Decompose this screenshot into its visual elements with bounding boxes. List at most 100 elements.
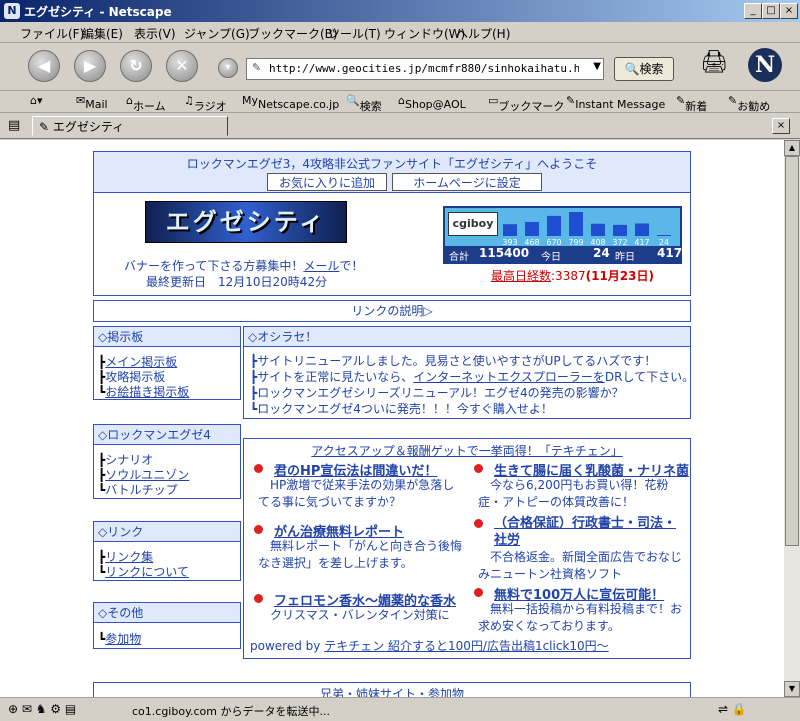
add-favorite-button[interactable]: お気に入りに追加 bbox=[267, 173, 387, 191]
security-lock-icon[interactable]: ⇌ 🔒 bbox=[718, 702, 747, 716]
record-line: 最高日経数:3387(11月23日) bbox=[491, 269, 654, 283]
home-tab-icon[interactable]: ⌂▾ bbox=[30, 94, 43, 107]
menu-view[interactable]: 表示(V) bbox=[134, 25, 176, 42]
stop-button[interactable]: ✕ bbox=[166, 50, 198, 82]
rm4-item[interactable]: ┗バトルチップ bbox=[98, 481, 178, 498]
bookmark-recommended[interactable]: ✎ お勧め bbox=[728, 94, 770, 113]
set-homepage-button[interactable]: ホームページに設定 bbox=[392, 173, 542, 191]
maximize-button[interactable]: □ bbox=[762, 3, 780, 19]
status-text: co1.cgiboy.com からデータを転送中... bbox=[132, 705, 330, 718]
banner-box: エグゼシティ バナーを作って下さる方募集中！メールで！ 最終更新日 12月10日… bbox=[93, 193, 691, 296]
scroll-thumb[interactable] bbox=[785, 156, 799, 546]
record-link[interactable]: 最高日経数 bbox=[491, 269, 551, 283]
red-pin-icon bbox=[474, 464, 483, 473]
sister-sites-box: 兄弟・姉妹サイト・参加物 bbox=[93, 682, 691, 697]
ad-item-text: クリスマス・バレンタイン対策に bbox=[270, 608, 450, 622]
notice-line: ┣サイトを正常に見たいなら、インターネットエクスプローラーをDRして下さい。 bbox=[250, 370, 695, 384]
back-button[interactable]: ◀ bbox=[28, 50, 60, 82]
bookmark-folder[interactable]: ▭ ブックマーク bbox=[488, 94, 564, 113]
bookmark-netscape[interactable]: My Netscape.co.jp bbox=[242, 94, 339, 111]
print-icon[interactable]: 🖨 bbox=[700, 50, 728, 75]
banner-recruit-text: バナーを作って下さる方募集中！メールで！ bbox=[124, 259, 364, 273]
counter-bar bbox=[569, 212, 583, 236]
scroll-down-button[interactable]: ▼ bbox=[784, 681, 800, 697]
counter-bar bbox=[657, 235, 671, 236]
bookmark-search[interactable]: 🔍 検索 bbox=[346, 94, 382, 113]
bookmark-home[interactable]: ⌂ ホーム bbox=[126, 94, 166, 113]
ad-header[interactable]: アクセスアップ＆報酬ゲットで一挙両得！「テキチェン」 bbox=[244, 442, 690, 459]
bookmarks-toolbar: ⌂▾ ✉ Mail ⌂ ホーム ♫ ラジオ My Netscape.co.jp … bbox=[0, 90, 800, 113]
tab-page-icon: ✎ bbox=[39, 120, 53, 134]
red-pin-icon bbox=[254, 525, 263, 534]
counter-totals: 合計 115400 今日 24 昨日 417 bbox=[445, 246, 682, 263]
tab-label: エグゼシティ bbox=[52, 120, 125, 134]
vertical-scrollbar[interactable]: ▲ ▼ bbox=[784, 140, 800, 697]
total-count: 115400 bbox=[479, 246, 530, 260]
scroll-up-button[interactable]: ▲ bbox=[784, 140, 800, 156]
close-tab-button[interactable]: × bbox=[772, 118, 790, 134]
history-dropdown-icon[interactable]: ▾ bbox=[218, 58, 238, 78]
powered-by: powered by テキチェン 紹介すると100円/広告出稿1click10円… bbox=[250, 639, 609, 653]
sister-sites-title: 兄弟・姉妹サイト・参加物 bbox=[319, 687, 464, 697]
board-item[interactable]: ┗お絵描き掲示板 bbox=[98, 383, 189, 400]
menu-go[interactable]: ジャンプ(G) bbox=[184, 25, 250, 42]
site-banner[interactable]: エグゼシティ bbox=[145, 201, 347, 243]
url-bar[interactable]: ✎ ▼ bbox=[246, 58, 604, 80]
ie-link[interactable]: インターネットエクスプローラーを bbox=[413, 370, 605, 384]
menu-bar: ファイル(F) 編集(E) 表示(V) ジャンプ(G) ブックマーク(B) ツー… bbox=[0, 22, 800, 43]
links-item[interactable]: ┗リンクについて bbox=[98, 563, 189, 580]
menu-window[interactable]: ウィンドウ(W) bbox=[384, 25, 465, 42]
notice-title: ◇オシラセ！ bbox=[244, 327, 690, 347]
menu-edit[interactable]: 編集(E) bbox=[82, 25, 123, 42]
tekichen-link[interactable]: テキチェン 紹介すると100円/広告出稿1click10円～ bbox=[324, 639, 608, 653]
counter-bar bbox=[525, 221, 539, 236]
page-viewport[interactable]: ロックマンエグゼ3，4攻略非公式ファンサイト「エグゼシティ」へようこそ お気に入… bbox=[0, 140, 784, 697]
new-tab-icon[interactable]: ▤ bbox=[8, 118, 20, 133]
netscape-logo-icon[interactable]: N bbox=[748, 48, 782, 82]
window-title: エグゼシティ - Netscape bbox=[24, 5, 172, 19]
search-button[interactable]: 🔍検索 bbox=[614, 57, 674, 81]
counter-bar bbox=[547, 215, 561, 236]
page-proxy-icon: ✎ bbox=[252, 61, 262, 74]
board-box: ◇掲示板 ┣メイン掲示板 ┣攻略掲示板 ┗お絵描き掲示板 bbox=[93, 326, 241, 400]
red-pin-icon bbox=[474, 519, 483, 528]
rockman-exe4-title: ◇ロックマンエグゼ4 bbox=[94, 425, 240, 445]
link-description[interactable]: リンクの説明▷ bbox=[94, 301, 690, 321]
counter-bar bbox=[613, 224, 627, 236]
ad-item-text: 無料レポート「がんと向き合う後悔なき選択」を差し上げます。 bbox=[258, 539, 463, 570]
menu-help[interactable]: ヘルプ(H) bbox=[456, 25, 510, 42]
notice-box: ◇オシラセ！ ┣サイトリニューアルしました。見易さと使いやすさがUPしてるハズで… bbox=[243, 326, 695, 419]
menu-tools[interactable]: ツール(T) bbox=[328, 25, 381, 42]
today-count: 24 bbox=[593, 246, 610, 260]
bookmark-instant-message[interactable]: ✎ Instant Message bbox=[566, 94, 665, 111]
url-input[interactable] bbox=[269, 61, 579, 75]
notice-line: ┣サイトリニューアルしました。見易さと使いやすさがUPしてるハズです！ bbox=[250, 354, 657, 368]
tab-execity[interactable]: ✎ エグゼシティ bbox=[32, 116, 228, 136]
url-dropdown-icon[interactable]: ▼ bbox=[593, 61, 601, 72]
ad-item-text: 今なら6,200円もお買い得！花粉症・アトピーの体質改善に！ bbox=[478, 478, 669, 509]
link-description-box[interactable]: リンクの説明▷ bbox=[93, 300, 691, 322]
minimize-button[interactable]: _ bbox=[744, 3, 762, 19]
notice-line: ┣ロックマンエグゼシリーズリニューアル！エグゼ4の発売の影響か？ bbox=[250, 386, 624, 400]
tab-bar: ▤ ✎ エグゼシティ × bbox=[0, 114, 800, 139]
mail-link[interactable]: メール bbox=[303, 259, 339, 273]
ad-item-text: 無料一括投稿から有料投稿まで！お求め安くなっております。 bbox=[478, 602, 683, 633]
reload-button[interactable]: ↻ bbox=[120, 50, 152, 82]
bookmark-new[interactable]: ✎ 新着 bbox=[676, 94, 707, 113]
access-counter: cgiboy 393 468 670 799 408 372 417 24 合計 115400… bbox=[443, 206, 682, 264]
counter-bar bbox=[503, 224, 517, 236]
ad-box: アクセスアップ＆報酬ゲットで一挙両得！「テキチェン」 君のHP宣伝法は間違いだ！… bbox=[243, 438, 691, 659]
ad-item-title[interactable]: （合格保証）行政書士・司法・社労 bbox=[494, 515, 684, 549]
notice-line: ┗ロックマンエグゼ4ついに発売！！！今すぐ購入せよ！ bbox=[250, 402, 553, 416]
menu-file[interactable]: ファイル(F) bbox=[20, 25, 84, 42]
bookmark-radio[interactable]: ♫ ラジオ bbox=[184, 94, 227, 113]
rockman-exe4-box: ◇ロックマンエグゼ4 ┣シナリオ ┣ソウルユニゾン ┗バトルチップ bbox=[93, 424, 241, 499]
ad-item-text: HP激増で従来手法の効果が急落してる事に気づいてますか？ bbox=[258, 478, 455, 509]
other-item[interactable]: ┗参加物 bbox=[98, 630, 141, 647]
close-button[interactable]: × bbox=[780, 3, 798, 19]
forward-button[interactable]: ▶ bbox=[74, 50, 106, 82]
statusbar-icons[interactable]: ⊕ ✉ ♞ ⚙ ▤ bbox=[8, 702, 76, 716]
bookmark-mail[interactable]: ✉ Mail bbox=[76, 94, 108, 111]
menu-bookmarks[interactable]: ブックマーク(B) bbox=[248, 25, 338, 42]
bookmark-shop[interactable]: ⌂ Shop@AOL bbox=[398, 94, 466, 111]
